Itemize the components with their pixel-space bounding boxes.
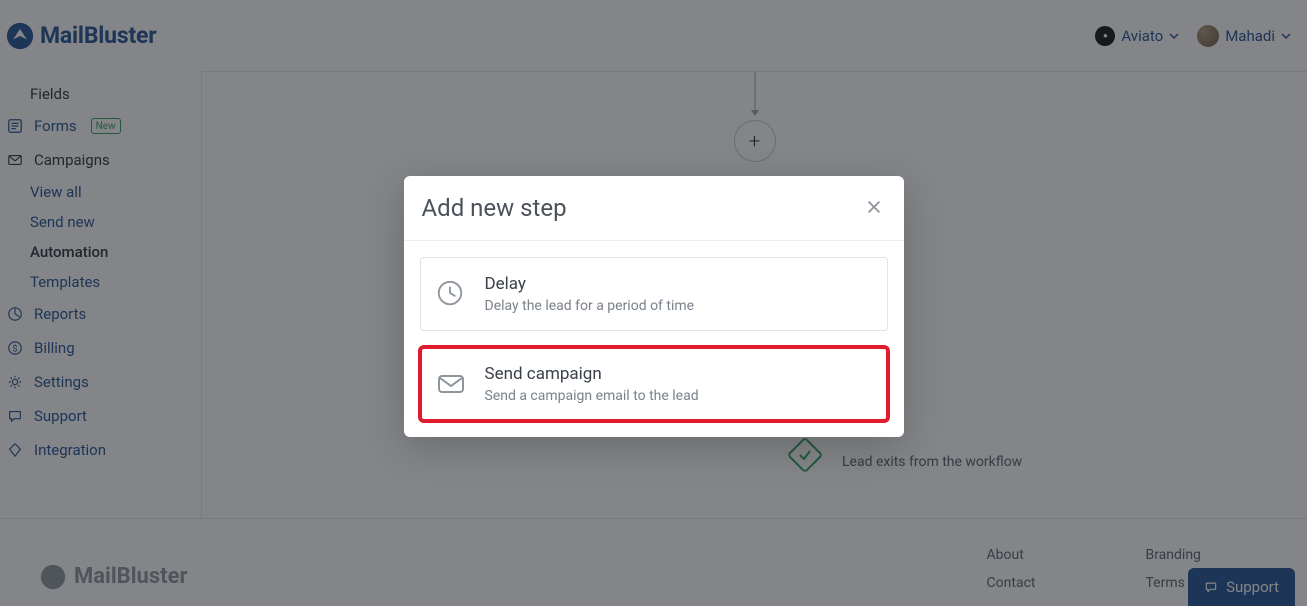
step-option-send-campaign[interactable]: Send campaign Send a campaign email to t… (420, 347, 888, 421)
step-option-title: Delay (485, 274, 695, 294)
close-icon (865, 198, 883, 216)
step-option-desc: Delay the lead for a period of time (485, 298, 695, 314)
step-option-delay[interactable]: Delay Delay the lead for a period of tim… (420, 257, 888, 331)
clock-icon (435, 278, 467, 310)
close-button[interactable] (864, 198, 884, 218)
modal-body: Delay Delay the lead for a period of tim… (404, 241, 904, 437)
envelope-icon (435, 368, 467, 400)
modal-header: Add new step (404, 176, 904, 241)
step-option-title: Send campaign (485, 364, 699, 384)
modal-overlay[interactable]: Add new step Delay Delay the lead for a … (0, 0, 1307, 606)
modal-title: Add new step (422, 194, 567, 222)
add-step-modal: Add new step Delay Delay the lead for a … (404, 176, 904, 437)
step-option-desc: Send a campaign email to the lead (485, 388, 699, 404)
